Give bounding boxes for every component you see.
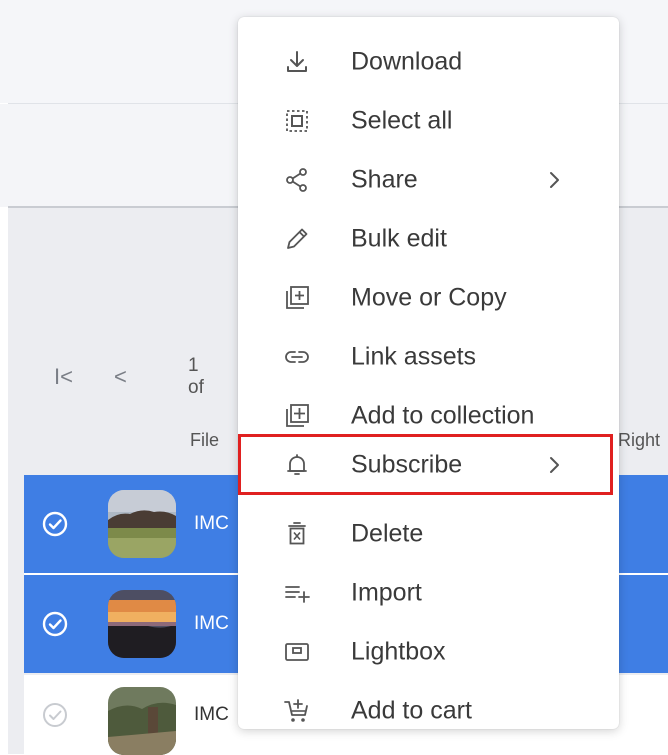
prev-page-button[interactable]: < [114,364,127,390]
menu-item-delete[interactable]: Delete [238,507,619,561]
select-all-icon [286,110,308,132]
row-file-name[interactable]: IMC [194,613,229,635]
menu-item-select-all[interactable]: Select all [238,94,619,148]
menu-item-share[interactable]: Share [238,153,619,207]
column-header-file[interactable]: File [190,430,219,451]
image-thumbnail[interactable] [108,687,176,755]
check-circle-icon[interactable] [42,511,68,537]
menu-item-add-to-cart[interactable]: Add to cart [238,684,619,738]
move-copy-icon [286,286,309,309]
menu-item-label: Delete [351,519,424,548]
menu-item-import[interactable]: Import [238,566,619,620]
check-circle-outline-icon[interactable] [42,702,68,728]
menu-item-label: Download [351,47,463,76]
bell-icon [287,453,307,475]
cart-icon [284,699,308,722]
menu-item-label: Move or Copy [351,283,507,312]
download-icon [287,51,307,72]
lightbox-icon [285,643,309,661]
row-file-name[interactable]: IMC [194,704,229,726]
menu-item-label: Select all [351,106,453,135]
first-page-button[interactable]: I< [54,364,73,390]
menu-item-label: Bulk edit [351,224,447,253]
menu-item-bulk-edit[interactable]: Bulk edit [238,212,619,266]
menu-item-lightbox[interactable]: Lightbox [238,625,619,679]
image-thumbnail[interactable] [108,490,176,558]
menu-item-move-copy[interactable]: Move or Copy [238,271,619,325]
menu-item-label: Lightbox [351,637,446,666]
trash-icon [288,522,306,545]
menu-item-label: Import [351,578,422,607]
menu-item-label: Subscribe [351,450,463,478]
menu-item-label: Add to collection [351,401,535,430]
menu-item-label: Add to cart [351,696,472,725]
menu-item-download[interactable]: Download [238,35,619,89]
context-menu: Download Select all Share Bulk edit Move… [238,17,619,729]
share-icon [286,168,307,192]
column-header-rights[interactable]: Right [618,430,660,451]
link-icon [285,351,309,363]
chevron-right-icon [550,456,559,473]
import-icon [285,586,310,603]
chevron-right-icon [550,172,559,188]
menu-item-label: Share [351,165,418,194]
page-count: 1 of [188,355,204,398]
check-circle-icon[interactable] [42,611,68,637]
menu-item-link-assets[interactable]: Link assets [238,330,619,384]
pencil-icon [287,228,308,249]
menu-item-label: Link assets [351,342,477,371]
menu-item-subscribe[interactable]: Subscribe [238,434,613,495]
add-collection-icon [286,404,309,427]
image-thumbnail[interactable] [108,590,176,658]
row-file-name[interactable]: IMC [194,513,229,535]
